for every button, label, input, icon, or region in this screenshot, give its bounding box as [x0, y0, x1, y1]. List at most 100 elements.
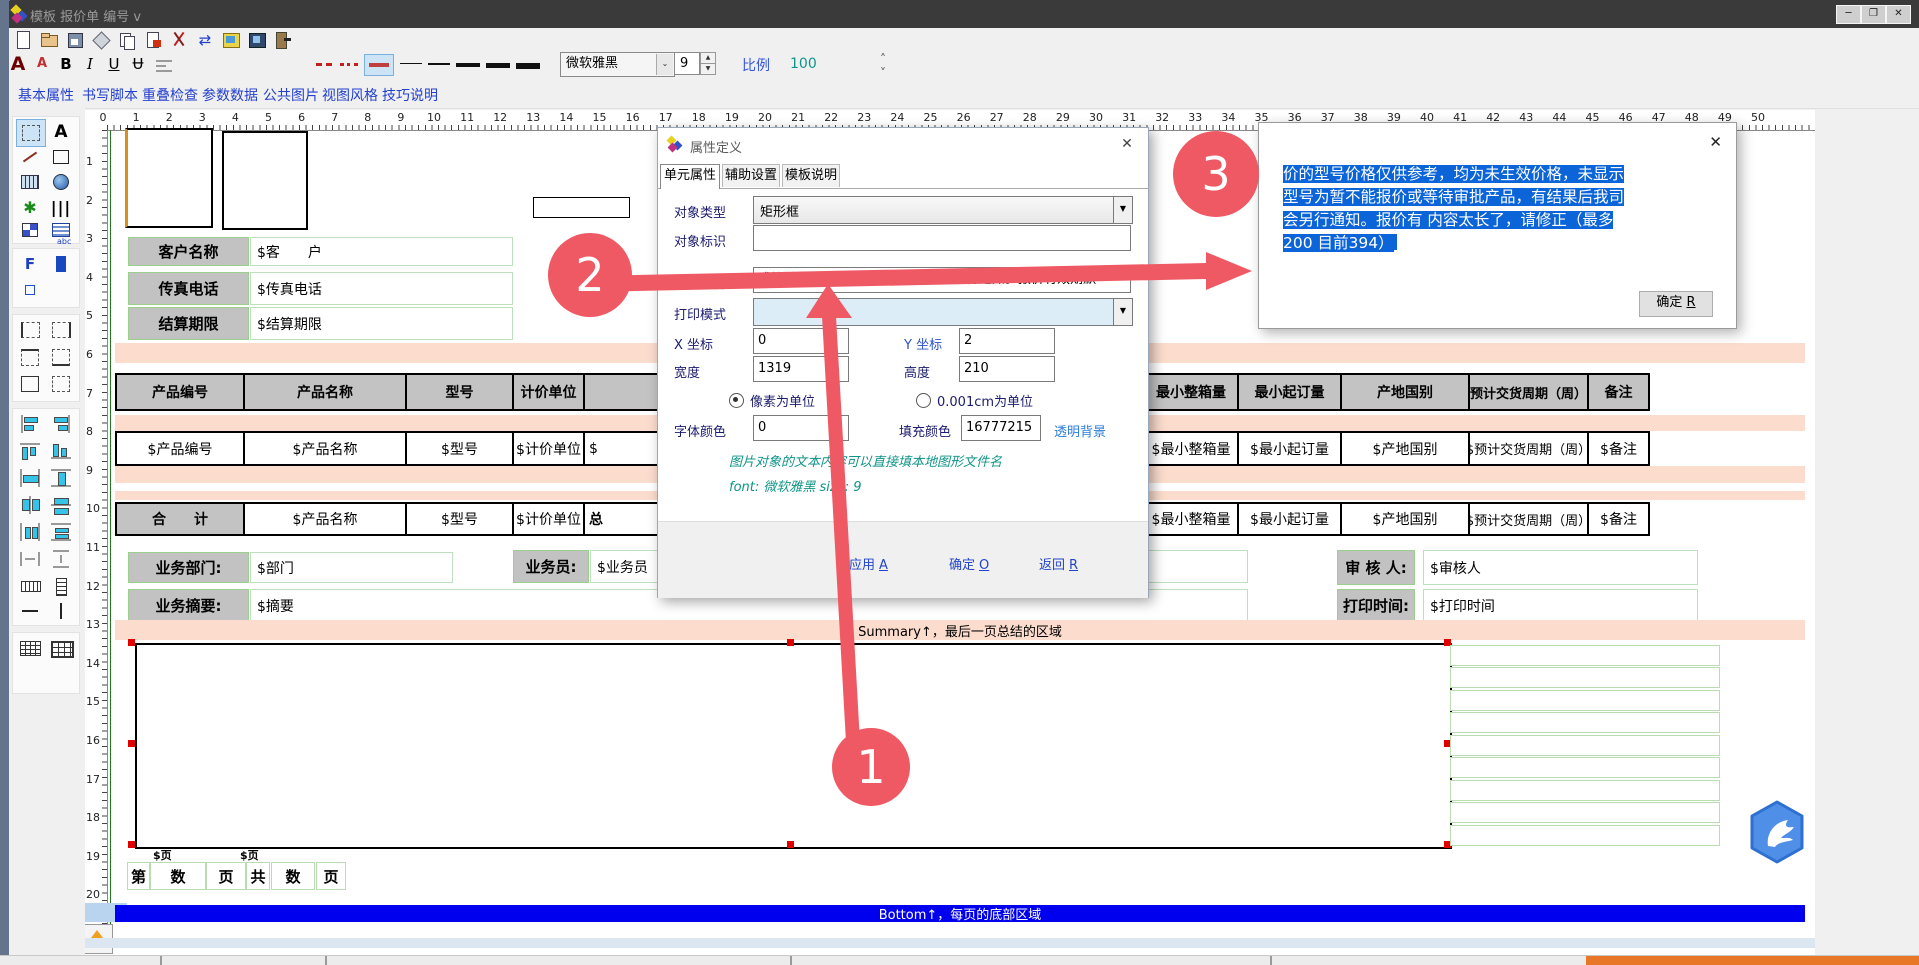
tab-template-notes[interactable]: 模板说明	[782, 164, 840, 187]
fill-rect-tool-icon[interactable]	[47, 251, 75, 277]
line-weight-3-icon[interactable]	[456, 63, 480, 67]
auditor-value[interactable]: $审核人	[1423, 550, 1698, 585]
media-icon[interactable]	[248, 31, 266, 49]
menu-param-data[interactable]: 参数数据	[202, 85, 258, 105]
col-grid-icon[interactable]	[47, 573, 75, 599]
align-bottom-objects-icon[interactable]	[47, 438, 75, 464]
customer-name-value[interactable]: $客 户	[250, 237, 513, 266]
print-time-label[interactable]: 打印时间:	[1337, 589, 1415, 622]
unit-cm-radio[interactable]: 0.001cm为单位	[916, 391, 1033, 410]
cut-icon[interactable]	[170, 31, 188, 49]
text-tool-icon[interactable]: A	[47, 119, 75, 145]
fill-color-input[interactable]: 16777215	[961, 415, 1041, 441]
equal-width-icon[interactable]	[16, 465, 44, 491]
height-input[interactable]: 210	[959, 356, 1055, 382]
radio-selected-icon[interactable]	[729, 393, 744, 408]
row-grid-icon[interactable]	[16, 573, 44, 599]
web-tool-icon[interactable]	[47, 169, 75, 195]
resize-handle[interactable]	[787, 639, 794, 646]
font-color-input[interactable]: 0	[753, 415, 849, 441]
line-weight-5-icon[interactable]	[516, 63, 540, 69]
y-coord-input[interactable]: 2	[959, 328, 1055, 354]
width-input[interactable]: 1319	[753, 356, 849, 382]
underline-icon[interactable]: U	[104, 54, 124, 74]
tab-cell-props[interactable]: 单元属性	[660, 164, 720, 189]
font-size-input[interactable]: 9	[674, 52, 700, 75]
resize-handle[interactable]	[128, 841, 135, 848]
rect-tool-icon[interactable]	[47, 144, 75, 170]
small-rect-tool-icon[interactable]	[16, 277, 44, 303]
font-size-down-icon[interactable]: ▼	[700, 63, 716, 75]
border-left-icon[interactable]	[16, 317, 44, 343]
dash-style-icon[interactable]	[316, 63, 332, 66]
preview-icon[interactable]	[92, 31, 110, 49]
resize-handle[interactable]	[128, 639, 135, 646]
tab-aux-settings[interactable]: 辅助设置	[722, 164, 780, 187]
close-button[interactable]: ✕	[1886, 5, 1911, 24]
line-tool-icon[interactable]	[16, 144, 44, 170]
auditor-label[interactable]: 审 核 人:	[1337, 550, 1415, 585]
border-top-icon[interactable]	[16, 344, 44, 370]
dept-label[interactable]: 业务部门:	[128, 552, 249, 583]
export-icon[interactable]	[144, 31, 162, 49]
equal-height-icon[interactable]	[47, 465, 75, 491]
minimize-button[interactable]: ─	[1836, 5, 1861, 24]
line-weight-4-icon[interactable]	[486, 63, 510, 68]
logo-box-1[interactable]	[125, 128, 213, 228]
object-type-dropdown-icon[interactable]: ▼	[1113, 197, 1132, 223]
grid-large-icon[interactable]	[47, 635, 75, 661]
shrink-width-icon[interactable]	[16, 546, 44, 572]
align-left-icon[interactable]	[156, 58, 176, 76]
logo-box-2[interactable]	[222, 131, 308, 230]
center-vertical-icon[interactable]	[47, 492, 75, 518]
print-mode-dropdown-icon[interactable]: ▼	[1113, 299, 1132, 325]
unit-px-radio[interactable]: 像素为单位	[729, 391, 815, 410]
image-icon[interactable]	[222, 31, 240, 49]
popup-ok-button[interactable]: 确定 R	[1639, 291, 1713, 317]
border-right-icon[interactable]	[47, 317, 75, 343]
customer-name-label[interactable]: 客户名称	[128, 237, 249, 266]
print-time-value[interactable]: $打印时间	[1423, 589, 1698, 622]
selected-rectangle[interactable]	[135, 643, 1452, 849]
save-icon[interactable]	[66, 31, 84, 49]
open-folder-icon[interactable]	[40, 31, 58, 49]
border-bottom-icon[interactable]	[47, 344, 75, 370]
pattern-tool-icon[interactable]	[16, 217, 44, 243]
transparent-bg-link[interactable]: 透明背景	[1054, 421, 1106, 440]
table-tool-icon[interactable]	[16, 169, 44, 195]
menu-shared-images[interactable]: 公共图片	[263, 85, 319, 105]
menu-overlap-check[interactable]: 重叠检查	[142, 85, 198, 105]
popup-close-icon[interactable]: ✕	[1709, 133, 1722, 151]
apply-button[interactable]: 应用A	[849, 554, 888, 573]
resize-handle[interactable]	[787, 841, 794, 848]
shrink-height-icon[interactable]	[47, 546, 75, 572]
menu-tips[interactable]: 技巧说明	[382, 85, 438, 105]
font-family-dropdown-icon[interactable]: ⌄	[656, 54, 673, 75]
object-type-select[interactable]: 矩形框 ▼	[753, 196, 1133, 224]
menu-write-script[interactable]: 书写脚本	[82, 85, 138, 105]
align-top-objects-icon[interactable]	[16, 438, 44, 464]
summary-label[interactable]: 业务摘要:	[128, 589, 249, 622]
title-box[interactable]	[533, 197, 630, 218]
settlement-label[interactable]: 结算期限	[128, 307, 249, 340]
print-mode-select[interactable]: ▼	[753, 298, 1133, 326]
italic-icon[interactable]: I	[80, 54, 100, 74]
x-coord-input[interactable]: 0	[753, 328, 849, 354]
hline-icon[interactable]	[16, 598, 44, 624]
space-vertical-icon[interactable]	[47, 519, 75, 545]
vline-icon[interactable]	[47, 598, 75, 624]
align-left-objects-icon[interactable]	[16, 411, 44, 437]
back-button[interactable]: 返回R	[1039, 554, 1078, 573]
line-weight-2-icon[interactable]	[428, 63, 450, 65]
object-id-input[interactable]	[753, 225, 1131, 251]
dept-value[interactable]: $部门	[250, 552, 453, 583]
resize-handle[interactable]	[128, 740, 135, 747]
field-tool-icon[interactable]: F	[16, 251, 44, 277]
ok-button[interactable]: 确定O	[949, 554, 989, 573]
fax-label[interactable]: 传真电话	[128, 272, 249, 305]
exit-icon[interactable]	[274, 31, 292, 49]
font-small-icon[interactable]: A	[32, 54, 52, 74]
font-family-select[interactable]: 微软雅黑 ⌄	[560, 52, 675, 77]
fax-value[interactable]: $传真电话	[250, 272, 513, 305]
select-tool-icon[interactable]	[16, 119, 46, 147]
